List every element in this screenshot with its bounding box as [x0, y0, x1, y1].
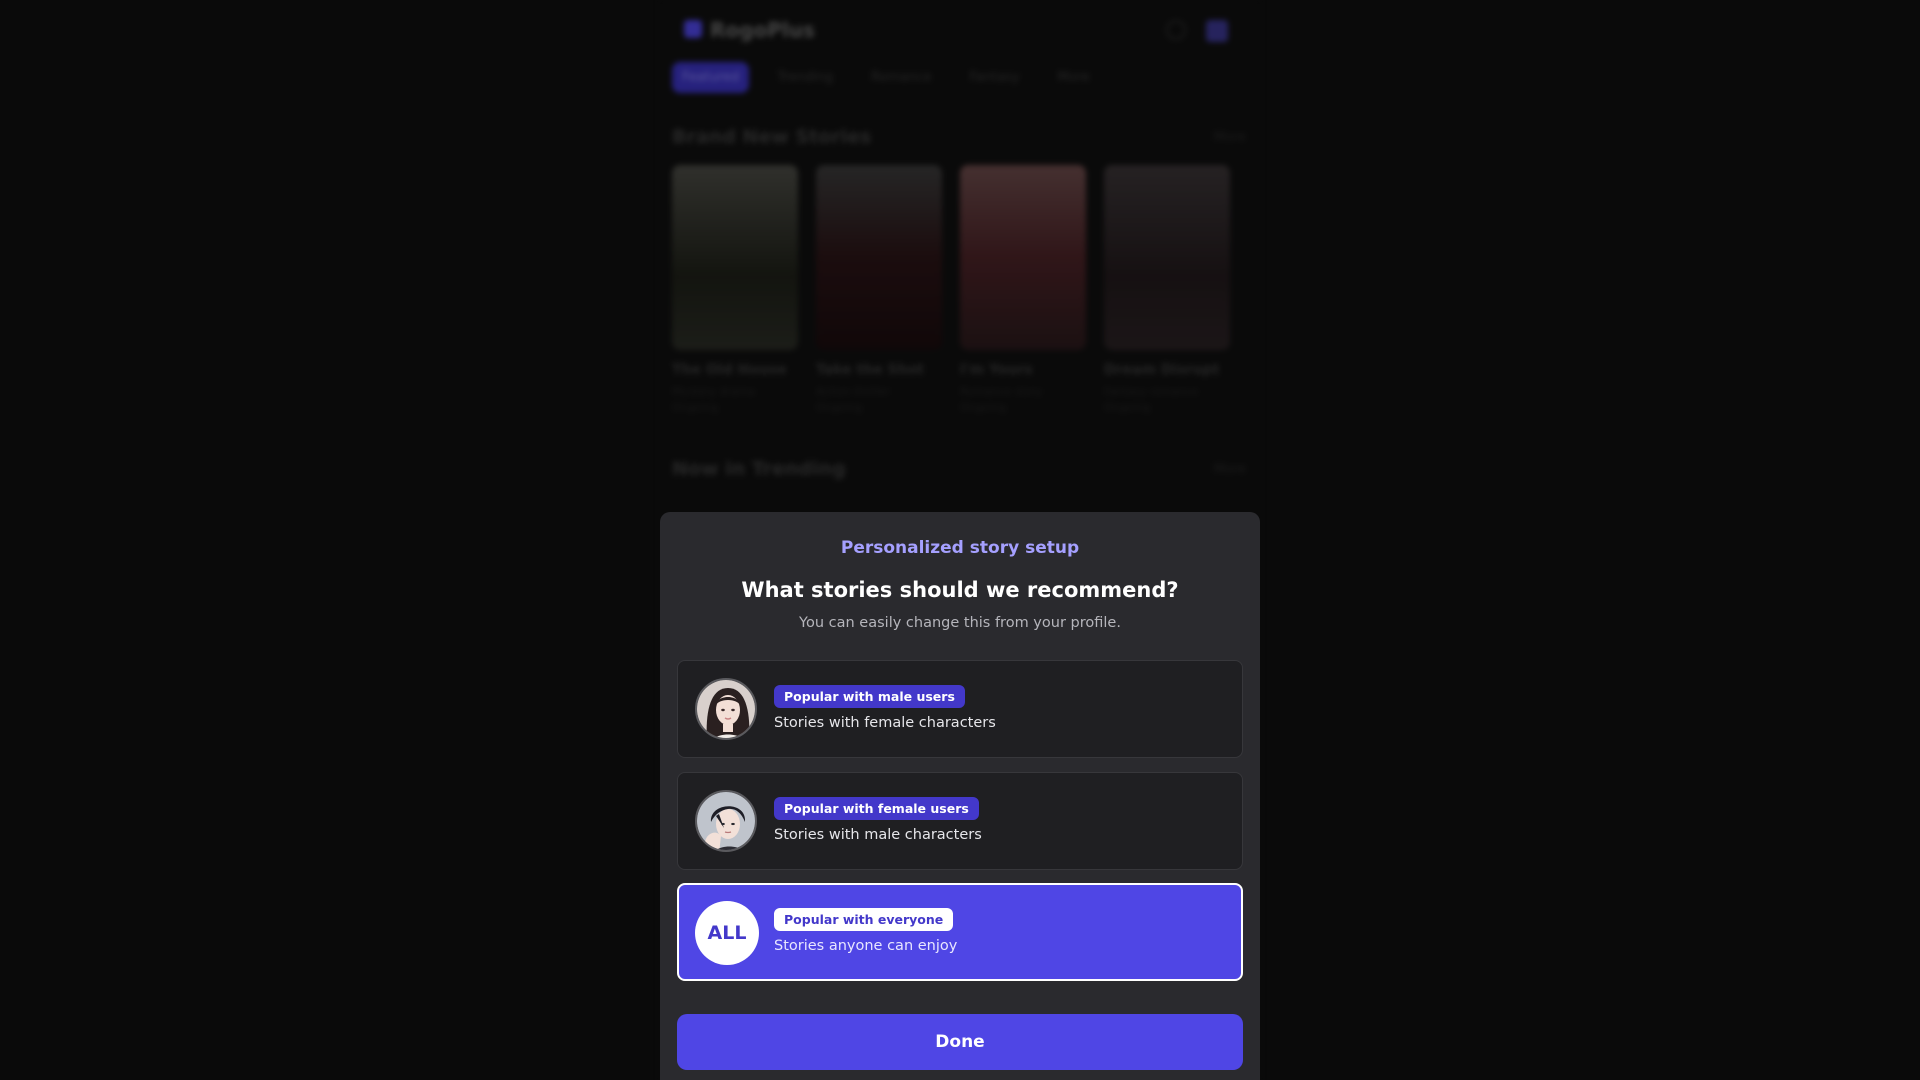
female-character-avatar [695, 678, 757, 740]
done-button[interactable]: Done [677, 1014, 1243, 1070]
sheet-subtitle: You can easily change this from your pro… [799, 615, 1121, 631]
option-everyone[interactable]: ALL Popular with everyone Stories anyone… [677, 883, 1243, 981]
option-description: Stories anyone can enjoy [774, 938, 958, 954]
popularity-badge: Popular with female users [774, 797, 979, 820]
male-character-avatar [695, 790, 757, 852]
option-female-characters[interactable]: Popular with male users Stories with fem… [677, 660, 1243, 758]
popularity-badge: Popular with everyone [774, 908, 954, 931]
option-description: Stories with male characters [774, 827, 982, 843]
story-preference-sheet: Personalized story setup What stories sh… [660, 512, 1260, 1080]
sheet-eyebrow: Personalized story setup [840, 538, 1080, 558]
all-avatar: ALL [695, 901, 759, 965]
sheet-title: What stories should we recommend? [741, 578, 1179, 602]
popularity-badge: Popular with male users [774, 685, 965, 708]
all-label: ALL [707, 922, 747, 944]
option-male-characters[interactable]: Popular with female users Stories with m… [677, 772, 1243, 870]
option-description: Stories with female characters [774, 715, 996, 731]
